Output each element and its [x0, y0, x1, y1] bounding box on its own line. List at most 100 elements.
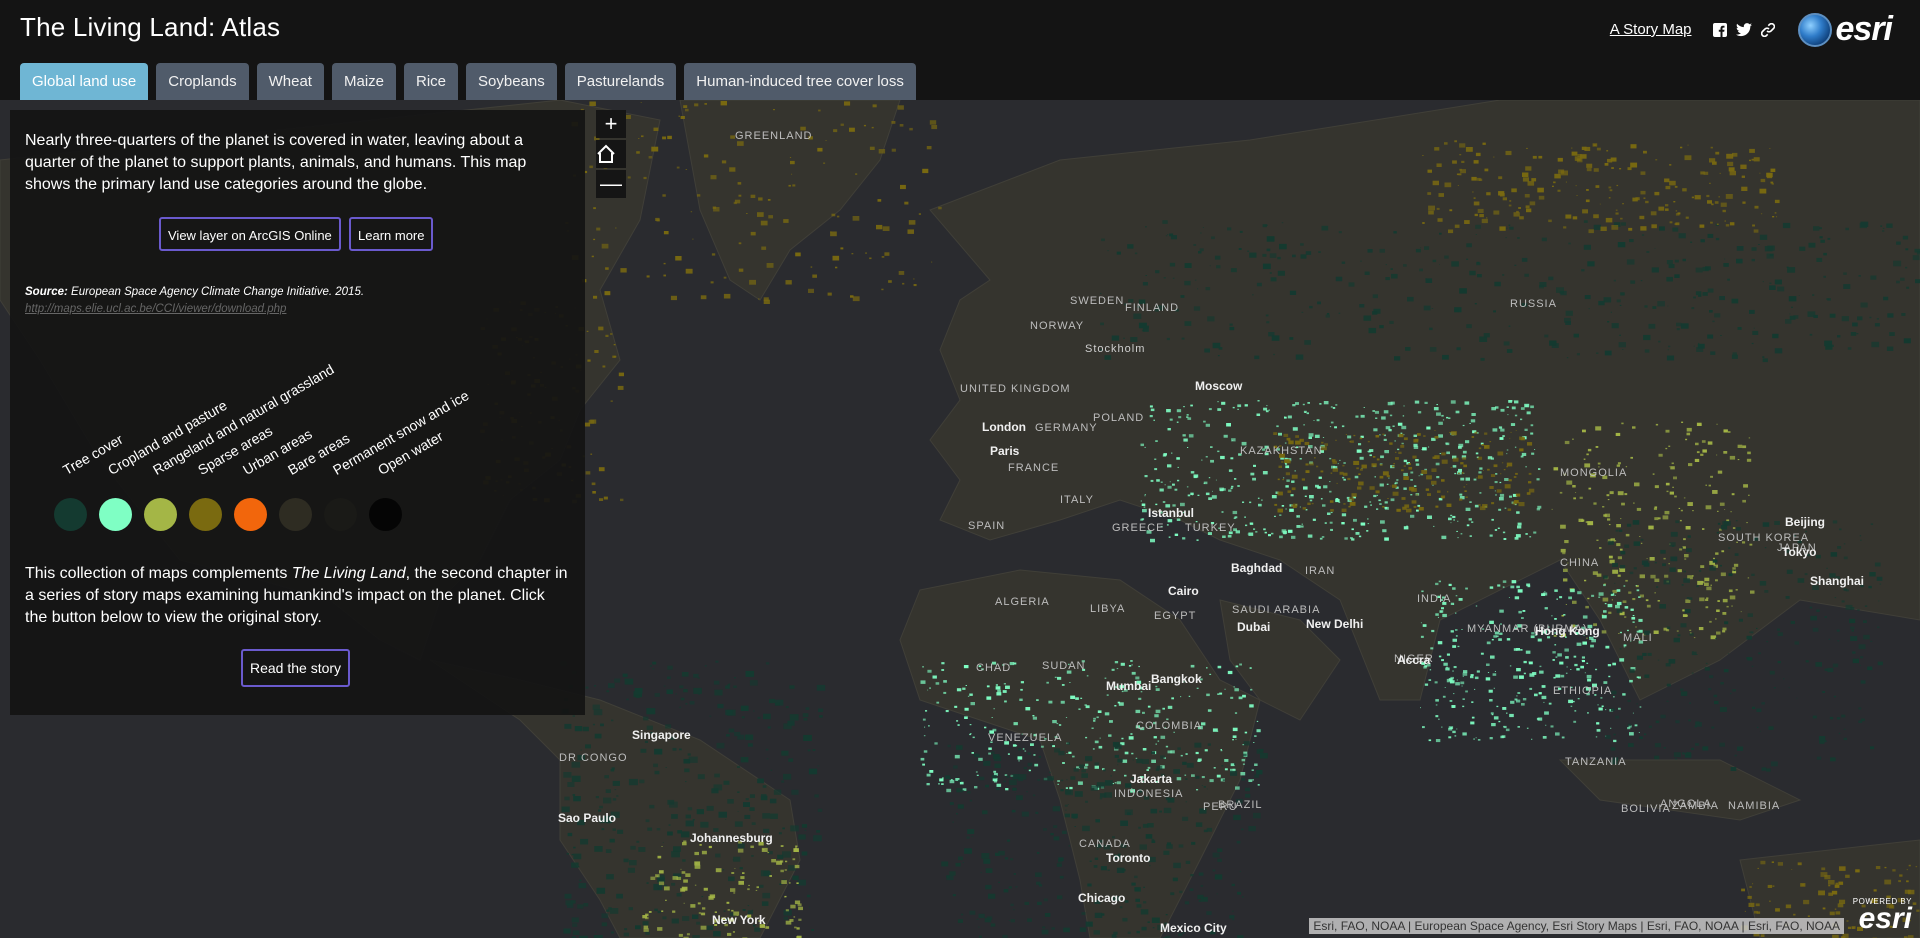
land-use-patch — [1300, 243, 1304, 246]
tab-soybeans[interactable]: Soybeans — [466, 63, 557, 100]
land-use-patch — [1687, 535, 1691, 538]
land-use-patch — [1452, 730, 1456, 734]
land-use-patch — [1379, 434, 1381, 436]
land-use-patch — [1379, 325, 1384, 329]
land-use-patch — [672, 747, 677, 751]
land-use-patch — [608, 907, 612, 910]
tab-bar: Global land use Croplands Wheat Maize Ri… — [20, 63, 924, 100]
land-use-patch — [766, 263, 774, 268]
land-use-patch — [1761, 767, 1767, 771]
land-use-patch — [1277, 270, 1285, 276]
land-use-patch — [925, 710, 928, 712]
land-use-patch — [1182, 434, 1186, 437]
land-use-patch — [1207, 316, 1215, 322]
land-use-patch — [1493, 635, 1497, 638]
land-use-patch — [1214, 255, 1221, 260]
land-use-patch — [643, 928, 649, 932]
zoom-out-button[interactable]: — — [596, 170, 626, 198]
land-use-patch — [1060, 789, 1064, 792]
land-use-patch — [1626, 259, 1635, 265]
tab-maize[interactable]: Maize — [331, 63, 396, 100]
learn-more-button[interactable]: Learn more — [349, 217, 434, 251]
land-use-patch — [715, 853, 721, 858]
land-use-patch — [1232, 440, 1234, 441]
land-use-patch — [1013, 909, 1015, 911]
land-use-patch — [1709, 566, 1716, 571]
land-use-patch — [737, 765, 741, 768]
map-label: Sao Paulo — [558, 811, 617, 825]
land-use-patch — [1726, 605, 1729, 608]
land-use-patch — [1090, 785, 1098, 791]
land-use-patch — [1760, 934, 1765, 937]
land-use-patch — [1442, 419, 1445, 421]
map-label: KAZAKHSTAN — [1240, 445, 1323, 457]
land-use-patch — [1584, 146, 1591, 151]
land-use-patch — [1658, 340, 1661, 343]
tab-wheat[interactable]: Wheat — [256, 63, 324, 100]
link-icon[interactable] — [1760, 22, 1776, 38]
tab-croplands[interactable]: Croplands — [156, 63, 249, 100]
land-use-patch — [928, 725, 930, 727]
land-use-patch — [1541, 695, 1547, 700]
land-use-patch — [1010, 858, 1014, 861]
home-button[interactable] — [596, 140, 626, 168]
land-use-patch — [1395, 457, 1399, 460]
twitter-icon[interactable] — [1735, 22, 1752, 38]
land-use-patch — [1463, 464, 1467, 468]
land-use-patch — [1563, 568, 1568, 572]
read-story-button[interactable]: Read the story — [241, 649, 351, 687]
land-use-patch — [1358, 443, 1362, 446]
land-use-patch — [1491, 407, 1496, 411]
story-map-link[interactable]: A Story Map — [1610, 21, 1692, 38]
land-use-patch — [763, 713, 771, 720]
land-use-patch — [1020, 681, 1024, 684]
land-use-patch — [1517, 692, 1521, 694]
tab-global-land-use[interactable]: Global land use — [20, 63, 149, 100]
land-use-patch — [1751, 247, 1757, 251]
land-use-patch — [1046, 681, 1049, 684]
land-use-patch — [1173, 862, 1181, 869]
land-use-patch — [1206, 788, 1208, 790]
land-use-patch — [1829, 313, 1836, 318]
land-use-patch — [1448, 229, 1454, 234]
zoom-in-button[interactable]: + — [596, 110, 626, 138]
land-use-patch — [1212, 342, 1221, 349]
land-use-patch — [1048, 700, 1053, 704]
land-use-patch — [1461, 160, 1465, 163]
land-use-patch — [1860, 718, 1865, 722]
land-use-patch — [1623, 646, 1626, 648]
land-use-patch — [1308, 436, 1312, 439]
esri-logo[interactable]: esri — [1797, 10, 1893, 49]
land-use-patch — [1674, 495, 1677, 498]
land-use-patch — [1253, 812, 1261, 819]
powered-by-esri[interactable]: POWERED BY esri — [1853, 897, 1912, 934]
land-use-patch — [1207, 743, 1211, 746]
tab-rice[interactable]: Rice — [404, 63, 459, 100]
land-use-patch — [1491, 518, 1494, 521]
land-use-patch — [1351, 528, 1354, 531]
tab-tree-cover-loss[interactable]: Human-induced tree cover loss — [684, 63, 916, 100]
land-use-patch — [1484, 432, 1488, 435]
land-use-patch — [995, 686, 1001, 690]
land-use-patch — [1629, 732, 1634, 736]
land-use-patch — [1491, 639, 1494, 641]
land-use-patch — [1639, 215, 1645, 220]
view-layer-button[interactable]: View layer on ArcGIS Online — [159, 217, 341, 251]
land-use-patch — [594, 685, 596, 687]
land-use-patch — [1051, 927, 1055, 930]
land-use-patch — [1842, 933, 1849, 938]
land-use-patch — [804, 829, 807, 831]
land-use-patch — [1276, 425, 1279, 428]
land-use-patch — [1509, 665, 1512, 667]
land-use-patch — [1901, 313, 1906, 316]
land-use-patch — [927, 669, 932, 673]
land-use-patch — [920, 757, 925, 761]
land-use-patch — [1712, 559, 1718, 563]
land-use-patch — [1610, 593, 1614, 596]
land-use-patch — [1207, 709, 1212, 712]
facebook-icon[interactable] — [1712, 22, 1728, 38]
tab-pasturelands[interactable]: Pasturelands — [564, 63, 677, 100]
land-use-patch — [1153, 736, 1157, 739]
land-use-patch — [1428, 739, 1432, 742]
source-link[interactable]: http://maps.elie.ucl.ac.be/CCI/viewer/do… — [25, 303, 286, 315]
